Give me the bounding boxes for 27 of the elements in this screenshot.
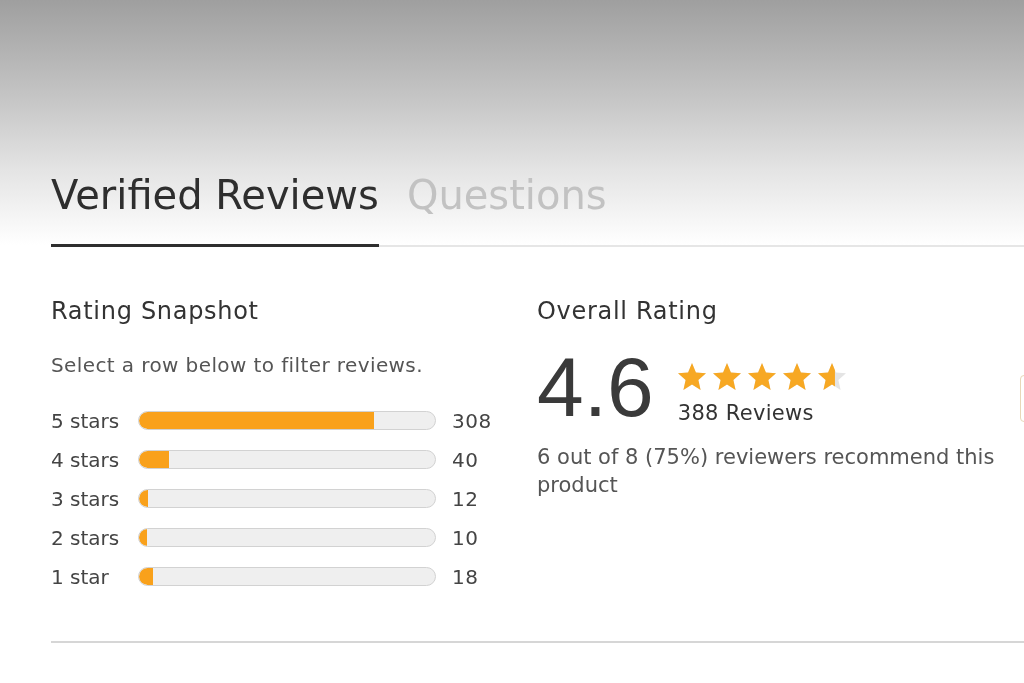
section-heading: Rating Snapshot [51, 296, 260, 326]
rating-bar-track[interactable] [138, 567, 436, 586]
review-count: 308 [452, 408, 492, 433]
filter-hint: Select a row below to filter reviews. [51, 353, 424, 377]
reviews-total: 388 Reviews [677, 400, 815, 426]
review-count: 12 [452, 486, 479, 511]
star-icon [712, 363, 741, 390]
star-filter-label[interactable]: 3 stars [51, 486, 138, 511]
star-filter-label[interactable]: 1 star [51, 564, 138, 589]
review-count: 18 [452, 564, 479, 589]
star-icon [782, 363, 811, 390]
star-filter-label[interactable]: 2 stars [51, 525, 138, 550]
average-score: 4.6 [537, 347, 654, 427]
star-icon [677, 363, 706, 390]
rating-bar-track[interactable] [138, 528, 436, 547]
star-icon [747, 363, 776, 390]
star-icon [817, 363, 846, 390]
rating-bar-track[interactable] [138, 411, 436, 430]
star-filter-label[interactable]: 4 stars [51, 447, 138, 472]
tab[interactable]: Verified Reviews [51, 172, 379, 247]
rating-bar-track[interactable] [138, 450, 436, 469]
rating-bar-track[interactable] [138, 489, 436, 508]
review-count: 10 [452, 525, 479, 550]
section-heading: Overall Rating [537, 296, 719, 326]
recommend-summary: 6 out of 8 (75%) reviewers recommend this product [537, 444, 996, 499]
star-filter-label[interactable]: 5 stars [51, 408, 138, 433]
review-count: 40 [452, 447, 479, 472]
